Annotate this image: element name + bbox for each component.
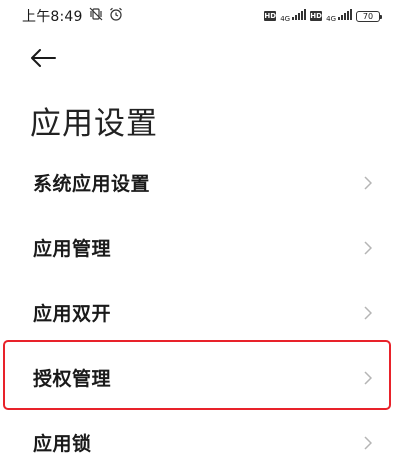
signal-strength-icon-1 [292,9,307,23]
back-button[interactable] [30,46,62,74]
status-bar: 上午8:49 HD 4G HD 4G 70 [0,0,400,32]
page-title: 应用设置 [30,106,158,142]
settings-item-app-lock[interactable]: 应用锁 [0,410,400,475]
hd-badge-1: HD [264,11,277,21]
settings-item-label: 应用双开 [33,303,112,325]
chevron-right-icon [364,435,372,450]
chevron-right-icon [364,305,372,320]
status-right: HD 4G HD 4G 70 [264,9,382,23]
chevron-right-icon [364,175,372,190]
chevron-right-icon [364,370,372,385]
battery-icon: 70 [356,10,382,22]
settings-list: 系统应用设置 应用管理 应用双开 授权管理 应用锁 [0,150,400,475]
battery-level: 70 [362,11,374,21]
arrow-left-icon [30,49,56,71]
settings-item-permissions[interactable]: 授权管理 [0,345,400,410]
vibrate-silent-icon [89,7,103,25]
settings-item-label: 应用锁 [33,433,92,455]
chevron-right-icon [364,240,372,255]
hd-badge-2: HD [310,11,323,21]
settings-item-system-app-settings[interactable]: 系统应用设置 [0,150,400,215]
signal-strength-icon-2 [338,9,352,23]
settings-item-dual-apps[interactable]: 应用双开 [0,280,400,345]
network-type-label-2: 4G [326,15,336,23]
settings-item-label: 系统应用设置 [33,173,151,195]
settings-item-app-management[interactable]: 应用管理 [0,215,400,280]
status-time: 上午8:49 [22,9,83,25]
alarm-clock-icon [109,7,123,25]
settings-item-label: 应用管理 [33,238,112,260]
status-left: 上午8:49 [22,6,123,26]
network-type-label-1: 4G [280,15,291,23]
settings-item-label: 授权管理 [33,368,112,390]
